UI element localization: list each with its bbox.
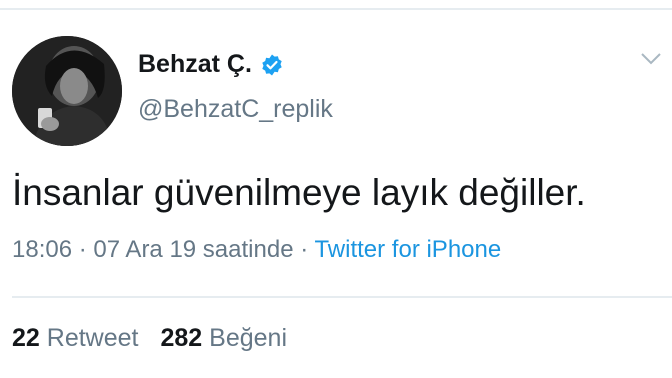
like-label: Beğeni (209, 324, 288, 352)
tweet-card: Behzat Ç. @BehzatC_replik İnsanlar güven… (0, 0, 672, 378)
author-display-name[interactable]: Behzat Ç. (138, 50, 252, 79)
author-name-row[interactable]: Behzat Ç. (138, 50, 284, 79)
like-count: 282 (160, 324, 203, 352)
tweet-date[interactable]: 07 Ara 19 saatinde (93, 236, 293, 263)
avatar[interactable] (12, 36, 122, 146)
stats-divider (12, 296, 672, 298)
retweet-count: 22 (12, 324, 40, 352)
tweet-meta: 18:06 · 07 Ara 19 saatinde · Twitter for… (12, 236, 501, 264)
tweet-source-link[interactable]: Twitter for iPhone (314, 236, 501, 263)
author-handle[interactable]: @BehzatC_replik (138, 95, 333, 124)
retweet-stat[interactable]: 22 Retweet (12, 324, 138, 352)
chevron-down-icon[interactable] (640, 52, 662, 66)
tweet-stats: 22 Retweet 282 Beğeni (12, 324, 287, 353)
like-stat[interactable]: 282 Beğeni (160, 324, 287, 352)
tweet-time[interactable]: 18:06 (12, 236, 72, 263)
tweet-text: İnsanlar güvenilmeye layık değiller. (12, 172, 586, 213)
verified-badge-icon (262, 54, 282, 75)
top-divider (0, 8, 672, 10)
retweet-label: Retweet (46, 324, 139, 352)
meta-separator: · (293, 236, 315, 263)
meta-separator: · (72, 236, 94, 263)
